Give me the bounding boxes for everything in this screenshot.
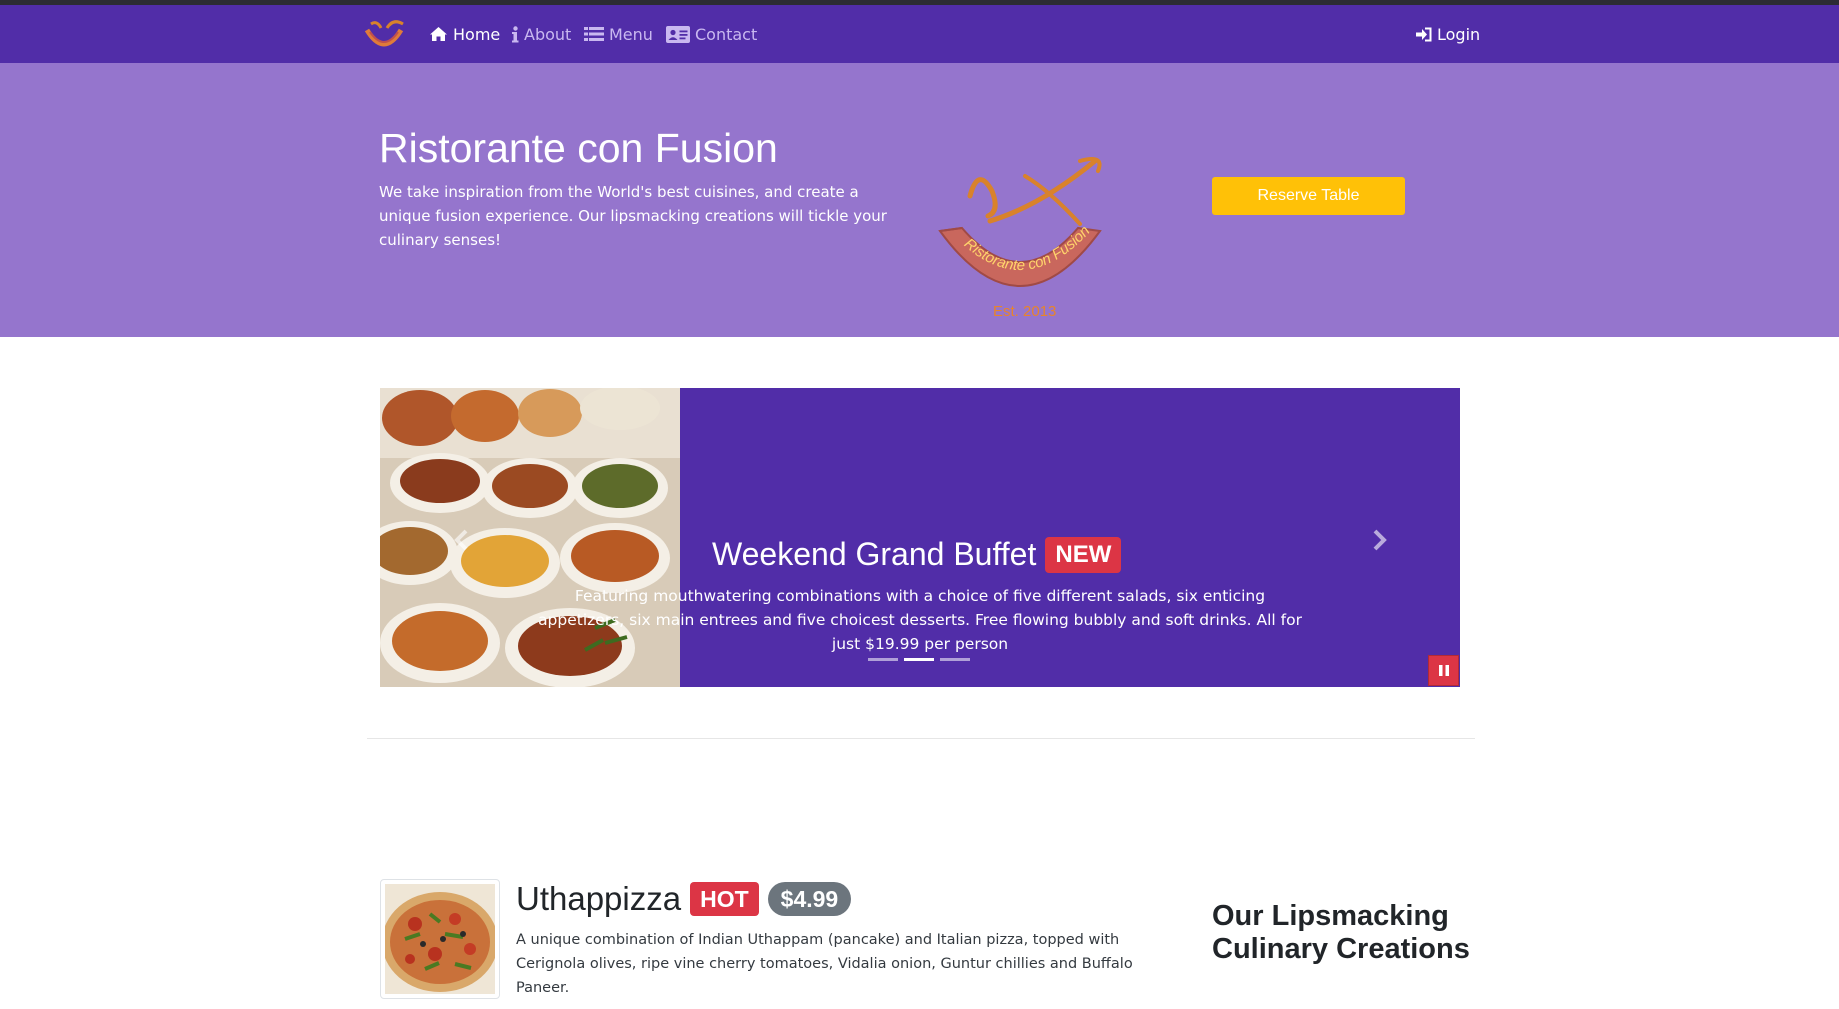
nav-contact-label: Contact: [695, 24, 758, 44]
pause-icon: [1438, 665, 1449, 676]
dish-heading: Uthappizza HOT $4.99: [516, 880, 852, 918]
carousel-indicator-2[interactable]: [904, 658, 934, 661]
uthappizza-image: [382, 884, 498, 994]
hot-badge: HOT: [690, 882, 759, 916]
reserve-table-button[interactable]: Reserve Table: [1212, 177, 1405, 215]
restaurant-logo-large: Ristorante con Fusion Est. 2013: [938, 157, 1102, 320]
carousel-caption-text: Featuring mouthwatering combinations wit…: [538, 587, 1302, 653]
sign-in-icon: [1416, 27, 1432, 41]
nav-contact[interactable]: Contact: [666, 22, 757, 46]
logo-est: Est. 2013: [993, 303, 1056, 320]
carousel: Weekend Grand Buffet NEW Featuring mouth…: [380, 388, 1460, 687]
carousel-pause-button[interactable]: [1428, 655, 1459, 686]
carousel-indicator-1[interactable]: [868, 658, 898, 661]
dish-description: A unique combination of Indian Uthappam …: [516, 932, 1133, 996]
jumbotron-title: Ristorante con Fusion: [379, 125, 778, 171]
carousel-indicators: [868, 658, 970, 661]
carousel-title: Weekend Grand Buffet: [712, 536, 1037, 572]
dish-name: Uthappizza: [516, 880, 682, 917]
dish-thumbnail[interactable]: [380, 879, 500, 999]
navbar: Home About Menu Contact Login: [0, 5, 1839, 63]
nav-menu[interactable]: Menu: [584, 22, 653, 46]
jumbotron-text: We take inspiration from the World's bes…: [379, 183, 887, 249]
carousel-next-icon[interactable]: [1370, 528, 1388, 552]
home-icon: [430, 27, 447, 41]
nav-home-label: Home: [453, 24, 501, 44]
login-label: Login: [1437, 24, 1481, 44]
login-link[interactable]: Login: [1416, 22, 1480, 46]
price-badge: $4.99: [767, 882, 852, 916]
jumbotron: Ristorante con Fusion We take inspiratio…: [0, 63, 1839, 337]
nav-about[interactable]: About: [511, 22, 571, 46]
carousel-prev-icon[interactable]: [453, 528, 471, 552]
section-divider: [367, 738, 1475, 739]
carousel-indicator-3[interactable]: [940, 658, 970, 661]
address-card-icon: [666, 25, 690, 43]
restaurant-logo[interactable]: [363, 18, 405, 52]
new-badge: NEW: [1045, 536, 1122, 573]
nav-about-label: About: [524, 24, 572, 44]
carousel-caption-title: Weekend Grand Buffet NEW: [712, 536, 1122, 573]
nav-menu-label: Menu: [609, 24, 653, 44]
info-icon: [512, 25, 519, 42]
side-heading: Our Lipsmacking Culinary Creations: [1212, 900, 1470, 965]
nav-home[interactable]: Home: [429, 22, 500, 46]
list-icon: [584, 27, 604, 41]
